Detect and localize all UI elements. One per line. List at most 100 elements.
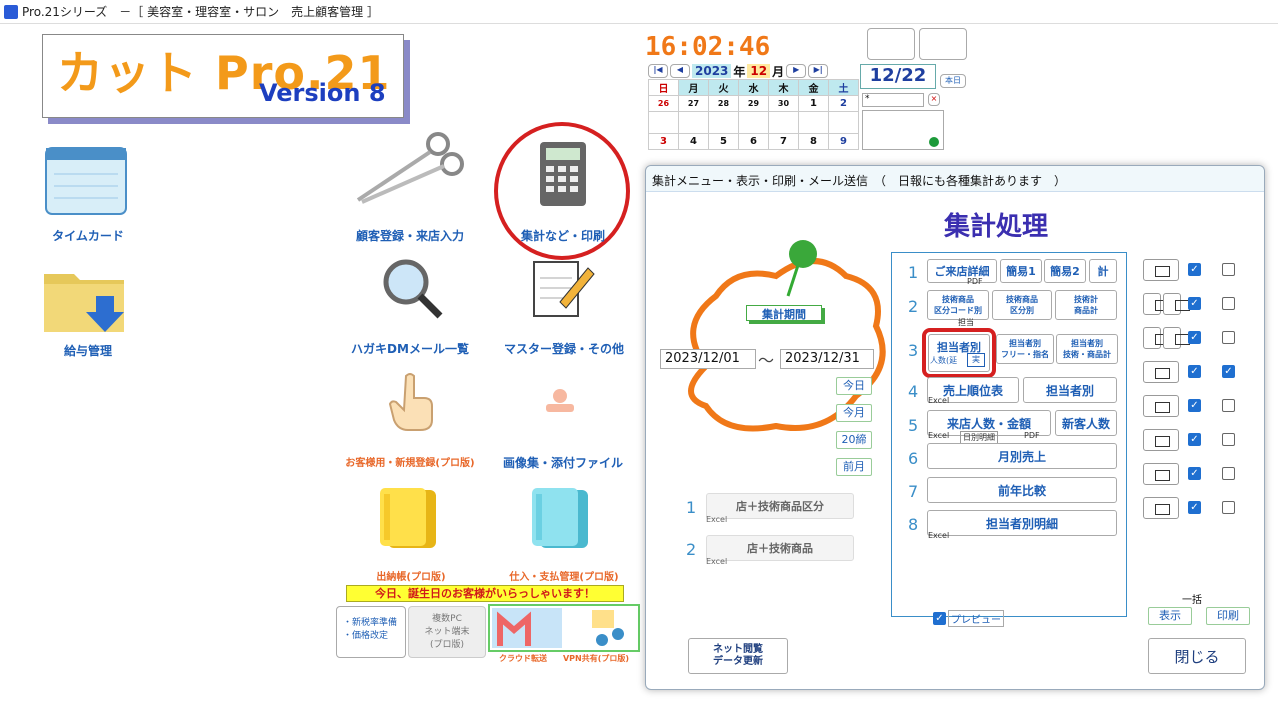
notepad-pencil-icon[interactable] [530, 258, 596, 318]
checkbox-checked[interactable]: ✓ [1188, 501, 1201, 514]
memo-status-icon[interactable] [929, 137, 939, 147]
calendar-cell[interactable]: 28 [708, 95, 739, 112]
calendar-cell[interactable]: 30 [768, 95, 799, 112]
print-icon[interactable] [1143, 463, 1179, 485]
cyan-binder-icon[interactable] [530, 486, 594, 550]
calendar-cell[interactable]: 8 [798, 133, 829, 150]
calendar-cell[interactable]: 9 [828, 133, 859, 150]
bulk-print-button[interactable]: 印刷 [1206, 607, 1250, 625]
memo-area[interactable] [862, 110, 944, 150]
calendar-cell[interactable]: 26 [648, 95, 679, 112]
blank-button-1[interactable] [867, 28, 915, 60]
actual-button[interactable]: 実 [967, 353, 985, 367]
next-icon[interactable]: ▶ [786, 64, 807, 78]
hand-pointer-icon[interactable] [388, 372, 436, 432]
print-icon[interactable] [1163, 327, 1190, 349]
year-value[interactable]: 2023 [692, 64, 732, 78]
clip-icon[interactable] [540, 386, 580, 416]
tech-total-button[interactable]: 技術計 商品計 [1055, 290, 1117, 320]
date-box[interactable]: 12/22 [860, 64, 936, 89]
staff-detail-button[interactable]: 担当者別明細 [927, 510, 1117, 536]
calendar-cell[interactable]: 3 [648, 133, 679, 150]
timecard-label[interactable]: タイムカード [30, 227, 146, 244]
staff-tech-total-button[interactable]: 担当者別 技術・商品計 [1056, 334, 1118, 364]
print-icon[interactable] [1143, 327, 1170, 349]
checkbox[interactable] [1222, 399, 1235, 412]
new-customers-button[interactable]: 新客人数 [1055, 410, 1117, 436]
calendar-cell[interactable]: 2 [828, 95, 859, 112]
calendar-cell[interactable]: 5 [708, 133, 739, 150]
total-button[interactable]: 計 [1089, 259, 1117, 283]
checkbox-checked[interactable]: ✓ [1222, 365, 1235, 378]
checkbox-checked[interactable]: ✓ [1188, 331, 1201, 344]
memo-field[interactable]: * [862, 93, 924, 107]
checkbox-checked[interactable]: ✓ [1188, 433, 1201, 446]
staff-nomination-button[interactable]: 担当者別 フリー・指名 [996, 334, 1054, 364]
cloud-vpn-panel[interactable] [488, 604, 640, 652]
print-icon[interactable] [1143, 361, 1179, 383]
checkbox-checked[interactable]: ✓ [1188, 399, 1201, 412]
print-icon[interactable] [1143, 395, 1179, 417]
stats-label[interactable]: 集計など・印刷 [500, 227, 626, 244]
store-tech-category-button[interactable]: 店＋技術商品区分 [706, 493, 854, 519]
quick-today-button[interactable]: 今日 [836, 377, 872, 395]
tax-button[interactable]: ・新税率準備 ・価格改定 [336, 606, 406, 658]
calendar-cell[interactable]: 6 [738, 133, 769, 150]
salary-folder-icon[interactable] [44, 266, 134, 336]
preview-checkbox[interactable]: ✓ [933, 612, 946, 625]
calendar-cell[interactable]: 29 [738, 95, 769, 112]
simple1-button[interactable]: 簡易1 [1000, 259, 1042, 283]
dm-label[interactable]: ハガキDMメール一覧 [340, 340, 480, 357]
checkbox-checked[interactable]: ✓ [1188, 297, 1201, 310]
print-icon[interactable] [1143, 293, 1170, 315]
month-value[interactable]: 12 [747, 64, 771, 78]
checkbox[interactable] [1222, 297, 1235, 310]
master-label[interactable]: マスター登録・その他 [496, 340, 632, 357]
print-icon[interactable] [1143, 259, 1179, 281]
store-tech-button[interactable]: 店＋技術商品 [706, 535, 854, 561]
multi-pc-button[interactable]: 複数PC ネット端末 (プロ版) [408, 606, 486, 658]
close-button[interactable]: 閉じる [1148, 638, 1246, 674]
calendar-cell[interactable]: 7 [768, 133, 799, 150]
tech-category-button[interactable]: 技術商品 区分別 [992, 290, 1052, 320]
calendar-cell[interactable]: 4 [678, 133, 709, 150]
print-icon[interactable] [1163, 293, 1190, 315]
ledger-label[interactable]: 出納帳(プロ版) [356, 568, 466, 583]
checkbox[interactable] [1222, 331, 1235, 344]
checkbox-checked[interactable]: ✓ [1188, 263, 1201, 276]
customer-new-label[interactable]: お客様用・新規登録(プロ版) [338, 454, 482, 469]
checkbox[interactable] [1222, 467, 1235, 480]
blank-button-2[interactable] [919, 28, 967, 60]
first-icon[interactable]: |◀ [648, 64, 668, 78]
prev-icon[interactable]: ◀ [670, 64, 690, 78]
simple2-button[interactable]: 簡易2 [1044, 259, 1086, 283]
purchase-label[interactable]: 仕入・支払管理(プロ版) [496, 568, 632, 583]
calculator-icon[interactable] [538, 140, 588, 208]
images-label[interactable]: 画像集・添付ファイル [500, 454, 626, 471]
customer-label[interactable]: 顧客登録・来店入力 [340, 227, 480, 244]
salary-label[interactable]: 給与管理 [30, 342, 146, 359]
calendar-cell[interactable]: 1 [798, 95, 829, 112]
yellow-binder-icon[interactable] [378, 486, 442, 550]
close-memo-icon[interactable]: × [928, 93, 940, 106]
today-button[interactable]: 本日 [940, 74, 966, 88]
bulk-show-button[interactable]: 表示 [1148, 607, 1192, 625]
quick-20-button[interactable]: 20締 [836, 431, 872, 449]
checkbox[interactable] [1222, 433, 1235, 446]
timecard-icon[interactable] [44, 144, 128, 216]
date-to-field[interactable]: 2023/12/31 [780, 349, 874, 369]
quick-prev-month-button[interactable]: 前月 [836, 458, 872, 476]
checkbox-checked[interactable]: ✓ [1188, 365, 1201, 378]
year-comparison-button[interactable]: 前年比較 [927, 477, 1117, 503]
quick-month-button[interactable]: 今月 [836, 404, 872, 422]
last-icon[interactable]: ▶| [808, 64, 829, 78]
print-icon[interactable] [1143, 429, 1179, 451]
tech-category-code-button[interactable]: 技術商品 区分コード別 [927, 290, 989, 320]
scissors-icon[interactable] [352, 130, 468, 210]
net-update-button[interactable]: ネット閲覧 データ更新 [688, 638, 788, 674]
print-icon[interactable] [1143, 497, 1179, 519]
staff-sales-button[interactable]: 担当者別 [1023, 377, 1117, 403]
date-from-field[interactable]: 2023/12/01 [660, 349, 756, 369]
visit-detail-button[interactable]: ご来店詳細 [927, 259, 997, 283]
preview-toggle[interactable]: ✓ プレビュー [933, 610, 1004, 627]
